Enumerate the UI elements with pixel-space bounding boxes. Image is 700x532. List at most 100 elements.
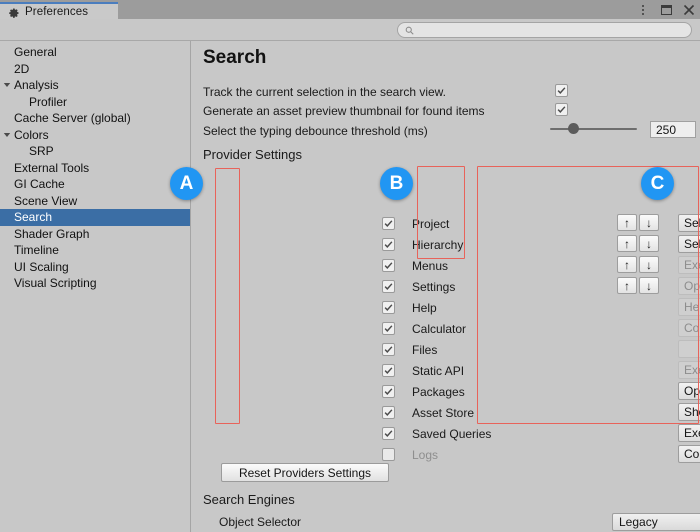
option-label: Generate an asset preview thumbnail for … (203, 103, 485, 118)
provider-label: Logs (412, 447, 439, 462)
provider-move-up-button[interactable]: ↑ (617, 235, 637, 252)
provider-label: Calculator (412, 321, 467, 336)
option-label: Track the current selection in the searc… (203, 84, 446, 99)
provider-move-down-button[interactable]: ↓ (639, 214, 659, 231)
provider-action-dropdown[interactable]: Select (678, 214, 700, 232)
provider-label: Hierarchy (412, 237, 464, 252)
dropdown-value: Select (684, 216, 700, 230)
provider-action-dropdown[interactable]: Open in Package Manager (678, 382, 700, 400)
chevron-down-icon[interactable] (0, 81, 13, 89)
provider-checkbox[interactable] (382, 406, 395, 419)
dropdown-value: Execute search query (684, 426, 700, 440)
provider-label: Asset Store (412, 405, 475, 420)
option-track-selection-checkbox[interactable] (555, 84, 568, 97)
provider-checkbox[interactable] (382, 217, 395, 230)
sidebar-item-label: 2D (14, 61, 30, 76)
provider-checkbox[interactable] (382, 238, 395, 251)
dropdown-value: Open project settings (684, 279, 700, 293)
sidebar-item-label: General (14, 45, 57, 60)
provider-row: Packages (382, 381, 465, 402)
chevron-down-icon[interactable] (0, 131, 13, 139)
provider-move-down-button[interactable]: ↓ (639, 256, 659, 273)
down-arrow-icon: ↓ (646, 257, 652, 272)
provider-row: Asset Store (382, 402, 475, 423)
provider-checkbox[interactable] (382, 343, 395, 356)
close-icon[interactable] (682, 3, 696, 17)
dropdown-value: Select object(s) in scene... (684, 237, 700, 251)
provider-checkbox[interactable] (382, 301, 395, 314)
sidebar-item-label: Profiler (29, 94, 68, 109)
provider-action-dropdown: Help (678, 298, 700, 316)
provider-move-down-button[interactable]: ↓ (639, 235, 659, 252)
debounce-slider-knob[interactable] (568, 123, 579, 134)
sidebar-item-cache-server-global[interactable]: Cache Server (global) (0, 110, 190, 127)
option-asset-preview-checkbox[interactable] (555, 103, 568, 116)
provider-action-dropdown: Compute (678, 319, 700, 337)
up-arrow-icon: ↑ (624, 257, 630, 272)
preferences-tab[interactable]: Preferences (0, 2, 118, 19)
sidebar-item-label: Colors (14, 127, 49, 142)
sidebar-item-scene-view[interactable]: Scene View (0, 193, 190, 210)
sidebar-item-label: Shader Graph (14, 226, 90, 241)
tab-title: Preferences (25, 5, 89, 18)
sidebar-item-analysis[interactable]: Analysis (0, 77, 190, 94)
provider-checkbox[interactable] (382, 448, 395, 461)
provider-row: Saved Queries (382, 423, 492, 444)
window-controls (636, 0, 696, 19)
sidebar-tree: General 2D Analysis Profiler Cache Server (g… (0, 41, 190, 292)
sidebar-item-shader-graph[interactable]: Shader Graph (0, 226, 190, 243)
sidebar-item-general[interactable]: General (0, 44, 190, 61)
sidebar-item-label: Scene View (14, 193, 78, 208)
search-input[interactable] (397, 22, 692, 38)
search-engine-dropdown[interactable]: Legacy (612, 513, 700, 531)
provider-action-dropdown[interactable]: Show in Package Manager (678, 403, 700, 421)
sidebar-item-srp[interactable]: SRP (0, 143, 190, 160)
sidebar-item-colors[interactable]: Colors (0, 127, 190, 144)
provider-checkbox[interactable] (382, 427, 395, 440)
sidebar-item-gi-cache[interactable]: GI Cache (0, 176, 190, 193)
provider-label: Saved Queries (412, 426, 492, 441)
maximize-icon[interactable] (659, 3, 673, 17)
option-label: Select the typing debounce threshold (ms… (203, 123, 428, 138)
dropdown-value: Execute method (684, 363, 700, 377)
sidebar-item-profiler[interactable]: Profiler (0, 94, 190, 111)
option-track-selection: Track the current selection in the searc… (203, 82, 446, 101)
provider-action-dropdown[interactable]: Copy to the clipboard (678, 445, 700, 463)
provider-label: Menus (412, 258, 449, 273)
settings-main-panel: Search Track the current selection in th… (192, 41, 700, 532)
provider-checkbox[interactable] (382, 322, 395, 335)
sidebar-item-search[interactable]: Search (0, 209, 190, 226)
settings-sidebar[interactable]: General 2D Analysis Profiler Cache Server (g… (0, 41, 191, 532)
gear-icon (8, 6, 20, 18)
sidebar-item-external-tools[interactable]: External Tools (0, 160, 190, 177)
provider-move-up-button[interactable]: ↑ (617, 214, 637, 231)
provider-move-up-button[interactable]: ↑ (617, 277, 637, 294)
provider-checkbox[interactable] (382, 280, 395, 293)
down-arrow-icon: ↓ (646, 215, 652, 230)
sidebar-item-label: Timeline (14, 243, 59, 258)
kebab-menu-icon[interactable] (636, 3, 650, 17)
provider-action-dropdown[interactable]: Execute search query (678, 424, 700, 442)
toolbar (0, 19, 700, 41)
sidebar-item-2d[interactable]: 2D (0, 61, 190, 78)
debounce-value-field[interactable]: 250 (650, 121, 696, 138)
reset-providers-settings-button[interactable]: Reset Providers Settings (221, 463, 389, 482)
window-titlebar: Preferences (0, 0, 700, 19)
sidebar-item-label: External Tools (14, 160, 90, 175)
provider-row: Static API (382, 360, 464, 381)
provider-checkbox[interactable] (382, 259, 395, 272)
provider-checkbox[interactable] (382, 385, 395, 398)
provider-action-dropdown[interactable]: Select object(s) in scene... (678, 235, 700, 253)
provider-move-up-button[interactable]: ↑ (617, 256, 637, 273)
search-engine-label: Object Selector (219, 515, 302, 529)
down-arrow-icon: ↓ (646, 278, 652, 293)
provider-checkbox[interactable] (382, 364, 395, 377)
provider-move-down-button[interactable]: ↓ (639, 277, 659, 294)
debounce-slider-track[interactable] (550, 128, 637, 130)
sidebar-item-ui-scaling[interactable]: UI Scaling (0, 259, 190, 276)
sidebar-item-visual-scripting[interactable]: Visual Scripting (0, 275, 190, 292)
sidebar-item-timeline[interactable]: Timeline (0, 242, 190, 259)
dropdown-value: Show in Package Manager (684, 405, 700, 419)
provider-row: Calculator (382, 318, 467, 339)
search-engines-label: Search Engines (203, 492, 295, 507)
